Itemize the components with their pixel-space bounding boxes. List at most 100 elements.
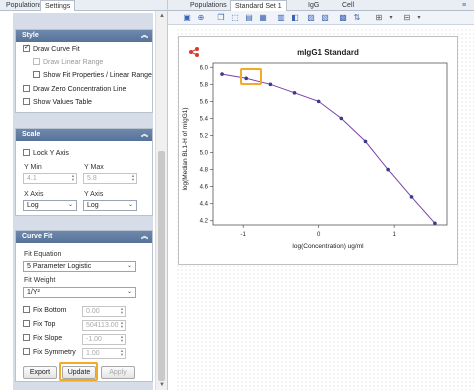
show-values-table-option[interactable]: Show Values Table xyxy=(23,98,92,108)
lock-y-axis-checkbox[interactable] xyxy=(23,149,30,156)
scroll-thumb[interactable] xyxy=(158,151,165,381)
fix-slope-checkbox[interactable] xyxy=(23,334,30,341)
fix-bottom-input[interactable]: 0.00 ▲ ▼ xyxy=(82,306,126,317)
y-max-value: 5.8 xyxy=(87,175,97,182)
style-section-header[interactable]: Style ︽ xyxy=(16,30,152,42)
stats-icon[interactable]: ▥ xyxy=(276,13,286,23)
data-point xyxy=(339,116,344,121)
chart-icon[interactable]: ▦ xyxy=(258,13,268,23)
tab-settings[interactable]: Settings xyxy=(40,0,76,11)
fix-slope-option[interactable]: Fix Slope xyxy=(23,334,62,344)
fit-weight-value: 1/Y² xyxy=(27,289,40,296)
y-tick-label: 4.8 xyxy=(200,168,209,174)
fix-top-checkbox[interactable] xyxy=(23,320,30,327)
apply-button[interactable]: Apply xyxy=(101,366,135,379)
tab-standard-set-1[interactable]: Standard Set 1 xyxy=(230,0,287,11)
x-axis-value: Log xyxy=(27,202,39,209)
fix-symmetry-option[interactable]: Fix Symmetry xyxy=(23,348,76,358)
fix-symmetry-checkbox[interactable] xyxy=(23,348,30,355)
fix-bottom-checkbox[interactable] xyxy=(23,306,30,313)
image-icon[interactable]: ▣ xyxy=(182,13,192,23)
collapse-icon[interactable]: ︽ xyxy=(141,231,148,243)
scale-section-header[interactable]: Scale ︽ xyxy=(16,129,152,141)
x-tick-label: -1 xyxy=(241,232,247,238)
style-section-title: Style xyxy=(22,32,39,39)
chevron-down-icon: ⌄ xyxy=(126,289,132,295)
draw-curve-fit-checkbox[interactable] xyxy=(23,43,30,53)
tab-cell[interactable]: Cell xyxy=(338,0,358,11)
fix-symmetry-input[interactable]: 1.00 ▲ ▼ xyxy=(82,348,126,359)
draw-curve-fit-option[interactable]: Draw Curve Fit xyxy=(23,43,80,55)
data-point xyxy=(268,82,273,87)
collapse-icon[interactable]: ︽ xyxy=(141,30,148,42)
tab-igg[interactable]: IgG xyxy=(304,0,323,11)
draw-zero-line-checkbox[interactable] xyxy=(23,85,30,92)
chevron-down-icon: ⌄ xyxy=(67,202,73,208)
fix-slope-input[interactable]: -1.00 ▲ ▼ xyxy=(82,334,126,345)
fit-curve xyxy=(222,73,436,224)
settings-scrollbar[interactable]: ▲ ▼ xyxy=(155,11,167,390)
grid-icon[interactable]: ⊟ xyxy=(402,13,412,23)
fix-slope-label: Fix Slope xyxy=(33,335,63,342)
standard-curve-chart[interactable]: mIgG1 Standard log(Concentration) ug/ml … xyxy=(178,36,458,265)
scroll-up-icon[interactable]: ▲ xyxy=(156,11,168,21)
show-values-table-checkbox[interactable] xyxy=(23,98,30,105)
chart-toolbar: ▣ ⊕ ❐ ⬚ ▤ ▦ ▥ ◧ ▨ ▧ ▩ ⇅ ⊞ ▾ ⊟ ▾ xyxy=(168,11,474,25)
spinner-icon[interactable]: ▲ ▼ xyxy=(120,307,124,315)
scroll-down-icon[interactable]: ▼ xyxy=(156,380,168,390)
table-icon[interactable]: ▩ xyxy=(338,13,348,23)
export-button[interactable]: Export xyxy=(23,366,57,379)
fit-equation-label: Fit Equation xyxy=(24,251,62,258)
collapse-icon[interactable]: ︽ xyxy=(141,129,148,141)
fix-top-input[interactable]: 504113.00 ▲ ▼ xyxy=(82,320,126,331)
chevron-down-icon[interactable]: ▾ xyxy=(414,13,424,23)
draw-zero-line-option[interactable]: Draw Zero Concentration Line xyxy=(23,85,126,95)
y-max-label: Y Max xyxy=(84,164,104,171)
fix-bottom-option[interactable]: Fix Bottom xyxy=(23,306,66,316)
spinner-icon[interactable]: ▲ ▼ xyxy=(120,321,124,329)
share-icon[interactable] xyxy=(189,47,199,57)
chart-panel: Populations Standard Set 1 IgG Cell ≡ ▣ … xyxy=(168,0,474,390)
spinner-icon[interactable]: ▲ ▼ xyxy=(120,335,124,343)
settings-panel: Populations Settings Style ︽ Draw Curve … xyxy=(0,0,168,390)
draw-zero-line-label: Draw Zero Concentration Line xyxy=(33,86,127,93)
y-tick-label: 4.2 xyxy=(200,219,209,225)
spinner-icon[interactable]: ▲ ▼ xyxy=(120,349,124,357)
gate-icon[interactable]: ⬚ xyxy=(230,13,240,23)
fit-weight-select[interactable]: 1/Y² ⌄ xyxy=(23,287,136,298)
y-axis-select[interactable]: Log ⌄ xyxy=(83,200,137,211)
draw-linear-range-checkbox[interactable] xyxy=(33,58,40,65)
plot-area: 4.2 4.4 4.6 4.8 5.0 5.2 5.4 5.6 5.8 6.0 -1 0 1 xyxy=(200,62,448,238)
spinner-icon[interactable]: ▲ ▼ xyxy=(131,174,135,182)
chart-title: mIgG1 Standard xyxy=(297,48,359,57)
curve-fit-section-header[interactable]: Curve Fit ︽ xyxy=(16,231,152,243)
tab-populations-right[interactable]: Populations xyxy=(186,0,231,11)
lock-y-axis-option[interactable]: Lock Y Axis xyxy=(23,149,69,159)
curve-fit-section-title: Curve Fit xyxy=(22,233,53,240)
fit-equation-select[interactable]: 5 Parameter Logistic ⌄ xyxy=(23,261,136,272)
sort-icon[interactable]: ⇅ xyxy=(352,13,362,23)
y-tick-label: 5.2 xyxy=(200,133,209,139)
layout-icon[interactable]: ⊞ xyxy=(374,13,384,23)
y-min-input[interactable]: 4.1 ▲ ▼ xyxy=(23,173,77,184)
calc-icon[interactable]: ▤ xyxy=(244,13,254,23)
spinner-icon[interactable]: ▲ ▼ xyxy=(71,174,75,182)
draw-linear-range-option[interactable]: Draw Linear Range xyxy=(33,58,103,68)
copy-icon[interactable]: ❐ xyxy=(216,13,226,23)
fix-slope-value: -1.00 xyxy=(86,336,102,343)
x-axis-select[interactable]: Log ⌄ xyxy=(23,200,77,211)
zoom-icon[interactable]: ⊕ xyxy=(196,13,206,23)
export-image-icon[interactable]: ▨ xyxy=(306,13,316,23)
chevron-down-icon: ⌄ xyxy=(127,202,133,208)
curve-fit-section: Curve Fit ︽ Fit Equation 5 Parameter Log… xyxy=(15,230,153,382)
show-fit-properties-checkbox[interactable] xyxy=(33,71,40,78)
y-axis-label: Y Axis xyxy=(84,191,104,198)
chevron-down-icon[interactable]: ▾ xyxy=(386,13,396,23)
fix-top-option[interactable]: Fix Top xyxy=(23,320,55,330)
show-fit-properties-option[interactable]: Show Fit Properties / Linear Range xyxy=(33,71,152,81)
report-icon[interactable]: ▧ xyxy=(320,13,330,23)
data-point xyxy=(409,195,414,199)
tab-menu-icon[interactable]: ≡ xyxy=(458,0,470,11)
overlay-icon[interactable]: ◧ xyxy=(290,13,300,23)
y-max-input[interactable]: 5.8 ▲ ▼ xyxy=(83,173,137,184)
